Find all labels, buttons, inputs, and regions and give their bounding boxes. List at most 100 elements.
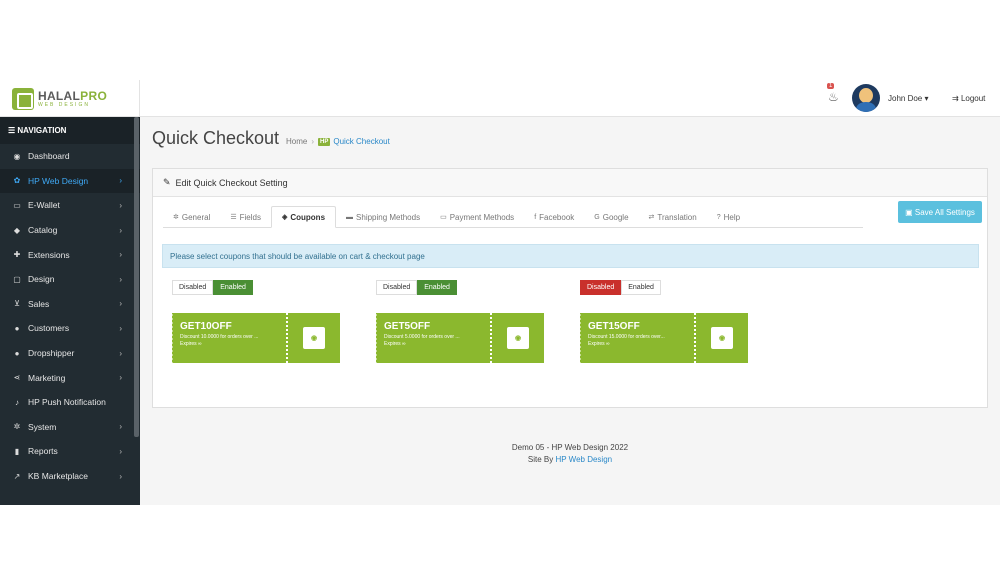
breadcrumb-separator: › bbox=[311, 137, 315, 146]
credit-card-icon: ▭ bbox=[13, 200, 21, 210]
avatar[interactable] bbox=[852, 84, 880, 112]
pencil-icon: ✎ bbox=[163, 177, 171, 187]
coupon-action-area: ◉ bbox=[288, 313, 342, 363]
sidebar-item-dropshipper[interactable]: ● Dropshipper › bbox=[0, 341, 140, 366]
sidebar-item-sales[interactable]: ⊻ Sales › bbox=[0, 292, 140, 317]
brand-logo[interactable]: HALALPRO WEB DESIGN bbox=[0, 80, 140, 117]
breadcrumb-home[interactable]: Home bbox=[286, 137, 307, 146]
save-icon: ▣ bbox=[905, 207, 915, 217]
sidebar-item-label: HP Web Design bbox=[28, 175, 89, 186]
coupon-details: GET10OFF Discount 10.0000 for orders ove… bbox=[171, 313, 286, 363]
line-chart-icon: ↗ bbox=[13, 471, 21, 481]
tab-google[interactable]: G Google bbox=[584, 206, 638, 228]
coupon-expiry: Expires ∞ bbox=[180, 341, 202, 347]
coupon-description: Discount 15.0000 for orders over... bbox=[588, 334, 665, 340]
sidebar-item-catalog[interactable]: ◆ Catalog › bbox=[0, 218, 140, 243]
enabled-option[interactable]: Enabled bbox=[417, 280, 457, 295]
sign-out-icon: ⇉ bbox=[952, 94, 961, 103]
coupon-code: GET5OFF bbox=[384, 321, 431, 332]
sidebar-item-label: HP Push Notification bbox=[28, 397, 106, 408]
coupon-select-button[interactable]: ◉ bbox=[303, 327, 325, 349]
coupon-details: GET15OFF Discount 15.0000 for orders ove… bbox=[579, 313, 694, 363]
coupon-card: Disabled Enabled GET10OFF Discount 10.00… bbox=[171, 280, 342, 363]
disabled-option[interactable]: Disabled bbox=[580, 280, 622, 295]
sidebar-scrollbar[interactable] bbox=[134, 117, 139, 437]
coupon-select-button[interactable]: ◉ bbox=[711, 327, 733, 349]
sidebar-item-marketing[interactable]: ⋖ Marketing › bbox=[0, 365, 140, 390]
tab-general[interactable]: ✲ General bbox=[163, 206, 220, 228]
tab-translation[interactable]: ⇄ Translation bbox=[639, 206, 707, 228]
coupon-description: Discount 5.0000 for orders over ... bbox=[384, 334, 460, 340]
tab-payment-methods[interactable]: ▭ Payment Methods bbox=[430, 206, 524, 228]
enabled-option[interactable]: Enabled bbox=[213, 280, 253, 295]
settings-tabs: ✲ General ☰ Fields ◈ Coupons ▬ Shipping Methods… bbox=[163, 206, 863, 228]
sidebar-item-hp-push-notification[interactable]: ♪ HP Push Notification bbox=[0, 390, 140, 415]
brand-subtitle: WEB DESIGN bbox=[38, 101, 90, 108]
sidebar-item-system[interactable]: ✲ System › bbox=[0, 415, 140, 440]
settings-panel: ✎ Edit Quick Checkout Setting ✲ General ☰ F… bbox=[152, 168, 988, 408]
logout-link[interactable]: ⇉ Logout bbox=[952, 94, 985, 103]
sidebar-item-label: Customers bbox=[28, 323, 70, 334]
tab-label: Fields bbox=[239, 212, 261, 222]
sidebar-item-e-wallet[interactable]: ▭ E-Wallet › bbox=[0, 193, 140, 218]
sidebar-item-dashboard[interactable]: ◉ Dashboard bbox=[0, 144, 140, 169]
tab-icon: ◈ bbox=[281, 214, 288, 221]
sidebar-item-label: Dropshipper bbox=[28, 348, 75, 359]
disabled-option[interactable]: Disabled bbox=[172, 280, 214, 295]
sidebar-item-label: Extensions bbox=[28, 249, 70, 260]
tab-label: Shipping Methods bbox=[356, 212, 421, 222]
enabled-option[interactable]: Enabled bbox=[621, 280, 661, 295]
sidebar-item-design[interactable]: ▢ Design › bbox=[0, 267, 140, 292]
sidebar-item-hp-web-design[interactable]: ✿ HP Web Design › bbox=[0, 168, 140, 194]
logo-icon bbox=[12, 87, 34, 110]
chevron-right-icon: › bbox=[119, 250, 122, 260]
tab-help[interactable]: ? Help bbox=[707, 206, 750, 228]
tab-fields[interactable]: ☰ Fields bbox=[220, 206, 271, 228]
coupon-toggle: Disabled Enabled bbox=[376, 280, 457, 295]
footer-link[interactable]: HP Web Design bbox=[555, 455, 612, 464]
coupon-toggle: Disabled Enabled bbox=[580, 280, 661, 295]
top-header: HALALPRO WEB DESIGN ♨ 1 John Doe ▾ ⇉ Log… bbox=[0, 80, 1000, 117]
tab-label: Payment Methods bbox=[449, 212, 515, 222]
chevron-right-icon: › bbox=[119, 274, 122, 284]
menu-icon: ☰ bbox=[8, 126, 18, 135]
circle-icon: ◉ bbox=[310, 335, 318, 342]
tag-icon: ◆ bbox=[13, 225, 21, 235]
user-menu-toggle[interactable]: John Doe ▾ bbox=[888, 94, 928, 103]
sidebar-item-extensions[interactable]: ✚ Extensions › bbox=[0, 242, 140, 267]
coupon-code: GET10OFF bbox=[180, 321, 232, 332]
tab-coupons[interactable]: ◈ Coupons bbox=[270, 206, 337, 228]
cogs-icon: ✿ bbox=[13, 176, 21, 186]
chevron-right-icon: › bbox=[119, 348, 122, 358]
sidebar-item-label: Sales bbox=[28, 298, 50, 309]
bar-chart-icon: ▮ bbox=[14, 446, 20, 456]
tab-shipping-methods[interactable]: ▬ Shipping Methods bbox=[336, 206, 430, 228]
bell-icon: ♨ bbox=[828, 90, 839, 104]
users-icon: ● bbox=[14, 348, 20, 358]
coupon-ticket: GET5OFF Discount 5.0000 for orders over … bbox=[375, 313, 546, 363]
sidebar-item-reports[interactable]: ▮ Reports › bbox=[0, 439, 140, 464]
tab-facebook[interactable]: f Facebook bbox=[524, 206, 584, 228]
breadcrumb-current[interactable]: Quick Checkout bbox=[333, 137, 389, 146]
tab-icon: ⇄ bbox=[648, 214, 655, 221]
gear-icon: ✲ bbox=[13, 422, 21, 432]
coupon-action-area: ◉ bbox=[492, 313, 546, 363]
sidebar-item-customers[interactable]: ● Customers › bbox=[0, 316, 140, 341]
chevron-right-icon: › bbox=[119, 299, 122, 309]
sidebar-item-label: E-Wallet bbox=[28, 200, 60, 211]
circle-icon: ◉ bbox=[718, 335, 726, 342]
footer-credit: Site By HP Web Design bbox=[527, 455, 613, 464]
panel-heading: ✎ Edit Quick Checkout Setting bbox=[153, 169, 987, 197]
sidebar-item-label: Catalog bbox=[28, 225, 58, 236]
monitor-icon: ▢ bbox=[13, 274, 21, 284]
save-all-settings-button[interactable]: ▣ Save All Settings bbox=[898, 201, 982, 223]
tab-icon: ✲ bbox=[173, 214, 179, 221]
disabled-option[interactable]: Disabled bbox=[376, 280, 418, 295]
sidebar-item-kb-marketplace[interactable]: ↗ KB Marketplace › bbox=[0, 464, 140, 489]
notification-bell[interactable]: ♨ 1 bbox=[827, 83, 839, 104]
sidebar-item-label: KB Marketplace bbox=[28, 471, 88, 482]
coupon-select-button[interactable]: ◉ bbox=[507, 327, 529, 349]
chevron-right-icon: › bbox=[119, 446, 122, 456]
tab-label: General bbox=[181, 212, 211, 222]
tab-icon: ▬ bbox=[346, 213, 354, 221]
